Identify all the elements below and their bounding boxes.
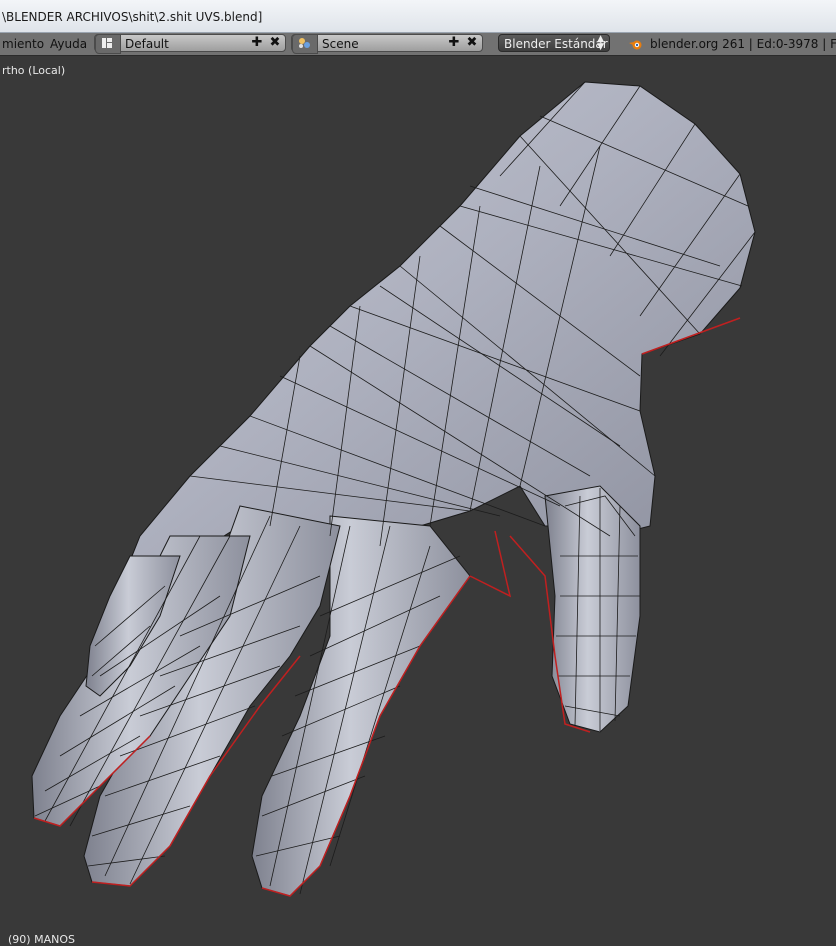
- hand-thumb: [544, 485, 641, 733]
- window-title: \BLENDER ARCHIVOS\shit\2.shit UVS.blend]: [2, 10, 263, 24]
- 3d-viewport[interactable]: rtho (Local) (90) MANOS: [0, 56, 836, 946]
- scene-stats: blender.org 261 | Ed:0-3978 | Fa:0-1!: [628, 37, 836, 51]
- delete-scene-icon[interactable]: ✖: [464, 36, 480, 50]
- render-engine-value: Blender Estándar: [504, 37, 608, 51]
- delete-screen-icon[interactable]: ✖: [267, 36, 283, 50]
- screen-layout-icon[interactable]: [95, 34, 121, 54]
- window-titlebar: \BLENDER ARCHIVOS\shit\2.shit UVS.blend]: [0, 0, 836, 33]
- add-screen-icon[interactable]: ✚: [249, 36, 265, 50]
- blender-logo-icon: [629, 40, 642, 50]
- hand-mesh[interactable]: [0, 56, 836, 940]
- screen-layout-selector[interactable]: Default ✚ ✖: [94, 34, 286, 54]
- menu-help[interactable]: Ayuda: [50, 37, 87, 51]
- info-header: miento Ayuda Default ✚ ✖ Scene ✚ ✖ Blend…: [0, 33, 836, 56]
- render-engine-dropdown[interactable]: Blender Estándar ▲ ▼: [498, 34, 610, 52]
- stats-text: blender.org 261 | Ed:0-3978 | Fa:0-1!: [650, 37, 836, 51]
- scene-icon[interactable]: [292, 34, 318, 54]
- hand-palm: [118, 81, 756, 588]
- scene-value: Scene: [322, 37, 359, 51]
- add-scene-icon[interactable]: ✚: [446, 36, 462, 50]
- menu-renderizado[interactable]: miento: [2, 37, 44, 51]
- screen-layout-value: Default: [125, 37, 169, 51]
- scene-selector[interactable]: Scene ✚ ✖: [291, 34, 483, 54]
- updown-arrows-icon: ▲ ▼: [597, 34, 604, 52]
